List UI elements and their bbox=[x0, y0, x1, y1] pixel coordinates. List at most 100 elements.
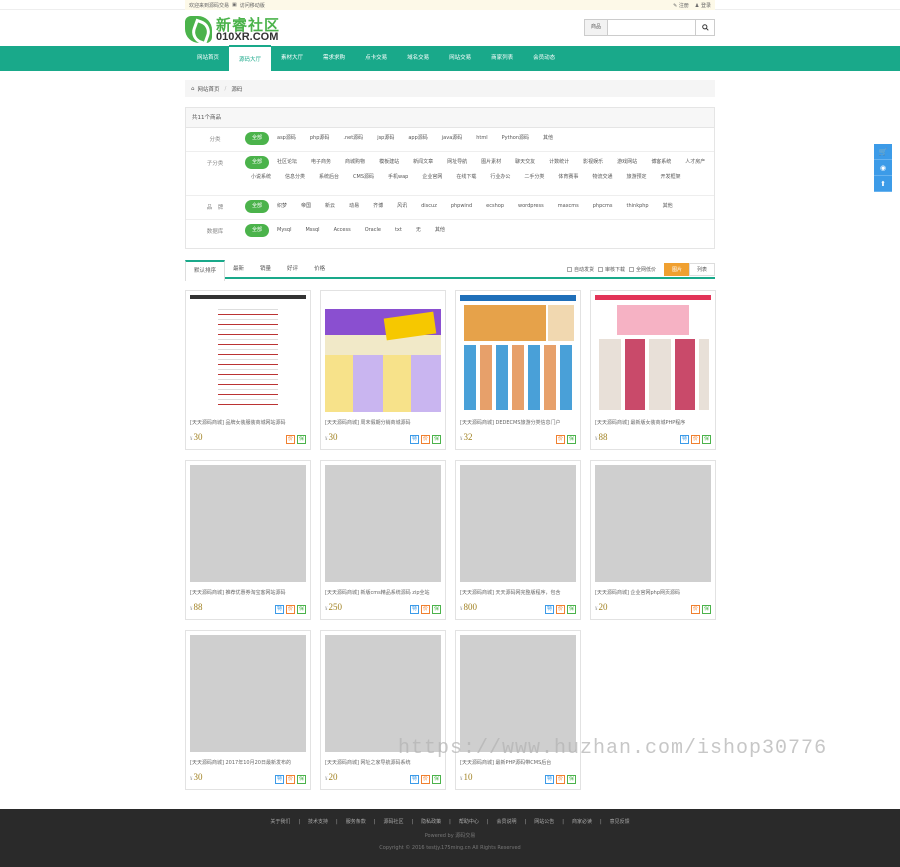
cart-icon[interactable]: 🛒 bbox=[874, 144, 892, 160]
filter-option[interactable]: 新闻文章 bbox=[407, 156, 439, 169]
nav-item[interactable]: 网站交易 bbox=[439, 46, 481, 71]
filter-option[interactable]: 社区论坛 bbox=[271, 156, 303, 169]
sort-tab[interactable]: 默认排序 bbox=[185, 260, 226, 281]
footer-link[interactable]: 技术支持 bbox=[308, 819, 328, 825]
filter-option[interactable]: 图片素材 bbox=[475, 156, 507, 169]
filter-option[interactable]: phpwind bbox=[445, 200, 478, 213]
filter-option[interactable]: 影视娱乐 bbox=[577, 156, 609, 169]
filter-option[interactable]: ecshop bbox=[480, 200, 510, 213]
register-link[interactable]: ✎ 注册 bbox=[673, 2, 689, 9]
view-list-button[interactable]: 列表 bbox=[689, 263, 715, 276]
filter-option[interactable]: 动易 bbox=[343, 200, 365, 213]
filter-option[interactable]: html bbox=[470, 132, 493, 145]
filter-option[interactable]: Mssql bbox=[299, 224, 325, 237]
product-card[interactable]: [天天源码商城] 最新PHP源码带CMS后台 ¥10 特价保 bbox=[455, 630, 581, 790]
filter-option[interactable]: 小说系统 bbox=[245, 171, 277, 184]
footer-link[interactable]: 网站公告 bbox=[534, 819, 554, 825]
filter-option[interactable]: app源码 bbox=[402, 132, 433, 145]
product-card[interactable]: [天天源码商城] 企业官网php网页源码 ¥20 价保 bbox=[590, 460, 716, 620]
product-thumbnail[interactable] bbox=[325, 465, 441, 582]
nav-item[interactable]: 素材大厅 bbox=[271, 46, 313, 71]
product-thumbnail[interactable] bbox=[325, 295, 441, 412]
product-title[interactable]: [天天源码商城] 企业官网php网页源码 bbox=[595, 589, 711, 596]
filter-option[interactable]: Mysql bbox=[271, 224, 297, 237]
filter-option[interactable]: 全部 bbox=[245, 132, 270, 145]
filter-option[interactable]: 织梦 bbox=[271, 200, 293, 213]
product-title[interactable]: [天天源码商城] 品牌女装服装商城网站源码 bbox=[190, 419, 306, 426]
filter-option[interactable]: 新云 bbox=[319, 200, 341, 213]
filter-option[interactable]: thinkphp bbox=[621, 200, 655, 213]
filter-option[interactable]: 无 bbox=[410, 224, 427, 237]
filter-option[interactable]: 其他 bbox=[537, 132, 559, 145]
nav-item[interactable]: 源码大厅 bbox=[229, 45, 272, 72]
footer-link[interactable]: 意见反馈 bbox=[610, 819, 630, 825]
filter-option[interactable]: 人才房产 bbox=[679, 156, 711, 169]
footer-link[interactable]: 会员说明 bbox=[497, 819, 517, 825]
filter-option[interactable]: Python源码 bbox=[496, 132, 535, 145]
filter-option[interactable]: discuz bbox=[415, 200, 443, 213]
product-title[interactable]: [天天源码商城] 新版cms精品系统源码 zip全站 bbox=[325, 589, 441, 596]
filter-option[interactable]: java源码 bbox=[436, 132, 468, 145]
product-title[interactable]: [天天源码商城] 周末假期分销商城源码 bbox=[325, 419, 441, 426]
filter-option[interactable]: php源码 bbox=[304, 132, 336, 145]
product-card[interactable]: [天天源码商城] 推荐优惠券淘宝客网站源码 ¥88 特价保 bbox=[185, 460, 311, 620]
product-title[interactable]: [天天源码商城] 网址之家导航源码系统 bbox=[325, 759, 441, 766]
filter-checkbox[interactable]: 全网低价 bbox=[628, 266, 656, 273]
search-button[interactable] bbox=[696, 19, 715, 36]
checkbox-box[interactable] bbox=[566, 267, 572, 272]
filter-option[interactable]: 开发框架 bbox=[654, 171, 686, 184]
filter-option[interactable]: 帝国 bbox=[295, 200, 317, 213]
filter-checkbox[interactable]: 自动发货 bbox=[566, 266, 594, 273]
checkbox-box[interactable] bbox=[628, 267, 634, 272]
eye-icon[interactable]: ◉ bbox=[874, 160, 892, 176]
filter-checkbox[interactable]: 审核下载 bbox=[597, 266, 625, 273]
filter-option[interactable]: 其他 bbox=[429, 224, 451, 237]
product-thumbnail[interactable] bbox=[460, 635, 576, 752]
product-card[interactable]: [天天源码商城] 周末假期分销商城源码 ¥30 特价保 bbox=[320, 290, 446, 450]
product-thumbnail[interactable] bbox=[190, 295, 306, 412]
filter-option[interactable]: wordpress bbox=[512, 200, 550, 213]
filter-option[interactable]: 商城购物 bbox=[339, 156, 371, 169]
sort-tab[interactable]: 价格 bbox=[306, 260, 333, 279]
filter-option[interactable]: 齐博 bbox=[367, 200, 389, 213]
product-card[interactable]: [天天源码商城] 新版cms精品系统源码 zip全站 ¥250 特价保 bbox=[320, 460, 446, 620]
filter-option[interactable]: 模板建站 bbox=[373, 156, 405, 169]
breadcrumb-home[interactable]: 网站首页 bbox=[198, 85, 220, 93]
site-logo[interactable]: 新睿社区 010XR.COM bbox=[185, 14, 280, 44]
filter-option[interactable]: 系统后台 bbox=[313, 171, 345, 184]
filter-option[interactable]: 行业办公 bbox=[484, 171, 516, 184]
filter-option[interactable]: 全部 bbox=[245, 156, 270, 169]
product-card[interactable]: [天天源码商城] DEDECMS旅游分类信息门户 ¥32 价保 bbox=[455, 290, 581, 450]
footer-link[interactable]: 隐私政策 bbox=[421, 819, 441, 825]
product-thumbnail[interactable] bbox=[595, 465, 711, 582]
footer-link[interactable]: 服务条款 bbox=[346, 819, 366, 825]
login-link[interactable]: ♟ 登录 bbox=[695, 2, 711, 9]
search-input[interactable] bbox=[608, 19, 696, 36]
sort-tab[interactable]: 最新 bbox=[225, 260, 252, 279]
filter-option[interactable]: 企业官网 bbox=[416, 171, 448, 184]
filter-option[interactable]: 聊天交友 bbox=[509, 156, 541, 169]
product-thumbnail[interactable] bbox=[190, 635, 306, 752]
filter-option[interactable]: 物流交通 bbox=[586, 171, 618, 184]
sort-tab[interactable]: 销量 bbox=[252, 260, 279, 279]
nav-item[interactable]: 点卡交易 bbox=[355, 46, 397, 71]
filter-option[interactable]: jsp源码 bbox=[371, 132, 400, 145]
nav-item[interactable]: 商家列表 bbox=[481, 46, 523, 71]
footer-link[interactable]: 关于我们 bbox=[270, 819, 290, 825]
product-title[interactable]: [天天源码商城] 2017年10月20日最新发布的 bbox=[190, 759, 306, 766]
checkbox-box[interactable] bbox=[597, 267, 603, 272]
product-card[interactable]: [天天源码商城] 品牌女装服装商城网站源码 ¥30 价保 bbox=[185, 290, 311, 450]
filter-option[interactable]: CMS源码 bbox=[347, 171, 380, 184]
filter-option[interactable]: 信息分类 bbox=[279, 171, 311, 184]
filter-option[interactable]: .net源码 bbox=[337, 132, 369, 145]
filter-option[interactable]: phpcms bbox=[587, 200, 619, 213]
filter-option[interactable]: 游戏网站 bbox=[611, 156, 643, 169]
filter-option[interactable]: 其他 bbox=[657, 200, 679, 213]
filter-option[interactable]: Oracle bbox=[359, 224, 387, 237]
filter-option[interactable]: Access bbox=[328, 224, 357, 237]
filter-option[interactable]: 二手分类 bbox=[518, 171, 550, 184]
footer-link[interactable]: 源码社区 bbox=[383, 819, 403, 825]
filter-option[interactable]: 网址导航 bbox=[441, 156, 473, 169]
footer-link[interactable]: 帮助中心 bbox=[459, 819, 479, 825]
view-grid-button[interactable]: 图片 bbox=[664, 263, 690, 276]
